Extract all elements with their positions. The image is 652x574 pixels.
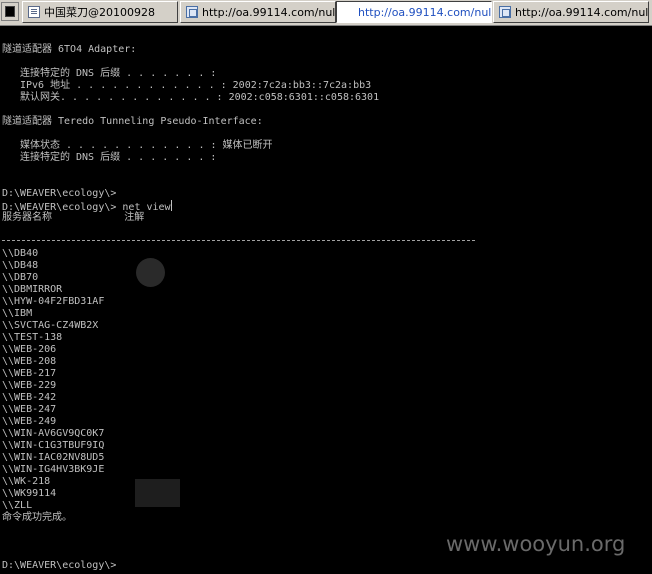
console-output[interactable]: 隧道适配器 6TO4 Adapter: 连接特定的 DNS 后缀 . . . .… (0, 27, 652, 574)
adapter-teredo-line: 隧道适配器 Teredo Tunneling Pseudo-Interface: (2, 116, 263, 127)
server-list-item: \\WEB-242 (2, 392, 57, 403)
page-icon (28, 6, 40, 18)
tab-webshell-3[interactable]: http://oa.99114.com/nul... (493, 1, 649, 23)
tab-caidao[interactable]: 中国菜刀@20100928 (22, 1, 178, 23)
server-list-item: \\WEB-217 (2, 368, 57, 379)
default-gateway-line: 默认网关. . . . . . . . . . . . . : 2002:c05… (20, 92, 380, 103)
server-list-item: \\WIN-IG4HV3BK9JE (2, 464, 105, 475)
server-list-item: \\WIN-C1G3TBUF9IQ (2, 440, 105, 451)
watermark: www.wooyun.org (446, 532, 626, 556)
redaction-blob (136, 258, 165, 287)
tab-label: http://oa.99114.com/nul... (358, 5, 491, 19)
prompt-line: D:\WEAVER\ecology\> (2, 560, 117, 571)
tab-console-active[interactable]: http://oa.99114.com/nul... (336, 1, 492, 23)
server-list-item: \\HYW-04F2FBD31AF (2, 296, 105, 307)
server-list-item: \\WEB-208 (2, 356, 57, 367)
tab-label: http://oa.99114.com/nul... (202, 5, 335, 19)
redaction-block (135, 479, 180, 507)
server-list-item: \\SVCTAG-CZ4WB2X (2, 320, 99, 331)
command-line[interactable]: D:\WEAVER\ecology\> net view (2, 200, 172, 213)
success-message: 命令成功完成。 (2, 512, 72, 523)
server-list-item: \\WEB-229 (2, 380, 57, 391)
server-list-item: \\WEB-249 (2, 416, 57, 427)
globe-icon (186, 6, 198, 18)
dns-suffix-line: 连接特定的 DNS 后缀 . . . . . . . : (20, 68, 217, 79)
tab-label: 中国菜刀@20100928 (44, 6, 155, 19)
dns-suffix-line: 连接特定的 DNS 后缀 . . . . . . . : (20, 152, 217, 163)
server-list-item: \\WIN-IAC02NV8UD5 (2, 452, 105, 463)
server-list-item: \\DB70 (2, 272, 39, 283)
server-list-item: \\TEST-138 (2, 332, 63, 343)
server-list-item: \\WK99114 (2, 488, 57, 499)
server-list-item: \\WEB-206 (2, 344, 57, 355)
column-header-line: 服务器名称 注解 (2, 212, 145, 223)
server-list-item: \\WK-218 (2, 476, 51, 487)
server-list-item: \\WIN-AV6GV9QC0K7 (2, 428, 105, 439)
server-list-item: \\DB40 (2, 248, 39, 259)
server-list-item: \\DBMIRROR (2, 284, 63, 295)
server-list-item: \\IBM (2, 308, 33, 319)
tab-label: http://oa.99114.com/nul... (515, 5, 648, 19)
server-list-item: \\DB48 (2, 260, 39, 271)
adapter-6to4-line: 隧道适配器 6TO4 Adapter: (2, 44, 137, 55)
media-state-line: 媒体状态 . . . . . . . . . . . . : 媒体已断开 (20, 140, 273, 151)
server-list-item: \\ZLL (2, 500, 33, 511)
ipv6-address-line: IPv6 地址 . . . . . . . . . . . . : 2002:7… (20, 80, 372, 91)
text-cursor (170, 200, 172, 211)
server-list-item: \\WEB-247 (2, 404, 57, 415)
console-app-icon[interactable] (1, 2, 19, 21)
tab-bar: 中国菜刀@20100928 http://oa.99114.com/nul...… (0, 0, 652, 26)
separator-line (2, 240, 475, 241)
tab-webshell-1[interactable]: http://oa.99114.com/nul... (180, 1, 336, 23)
globe-icon (499, 6, 511, 18)
prompt-line: D:\WEAVER\ecology\> (2, 188, 117, 199)
